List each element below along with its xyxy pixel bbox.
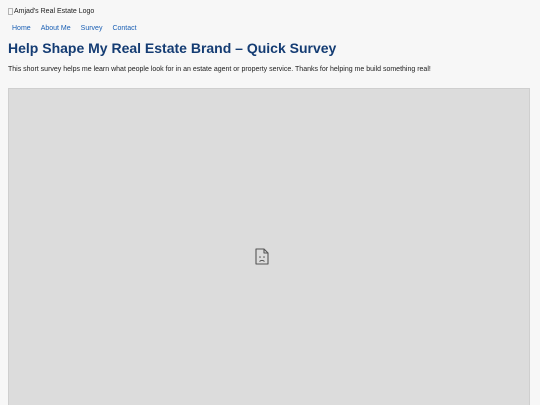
site-logo[interactable]: Amjad's Real Estate Logo	[8, 7, 94, 16]
nav-survey[interactable]: Survey	[76, 23, 108, 34]
nav-about-me[interactable]: About Me	[36, 23, 76, 34]
broken-image-icon	[8, 8, 13, 15]
main-nav: Home About Me Survey Contact	[8, 23, 142, 34]
page-title: Help Shape My Real Estate Brand – Quick …	[8, 40, 337, 56]
broken-document-icon	[255, 248, 269, 265]
logo-alt-text: Amjad's Real Estate Logo	[14, 8, 95, 15]
survey-embed-frame[interactable]	[8, 88, 530, 405]
page: Amjad's Real Estate Logo Home About Me S…	[0, 0, 540, 405]
intro-text: This short survey helps me learn what pe…	[8, 66, 431, 73]
nav-contact[interactable]: Contact	[107, 23, 141, 34]
nav-home[interactable]: Home	[8, 23, 36, 34]
